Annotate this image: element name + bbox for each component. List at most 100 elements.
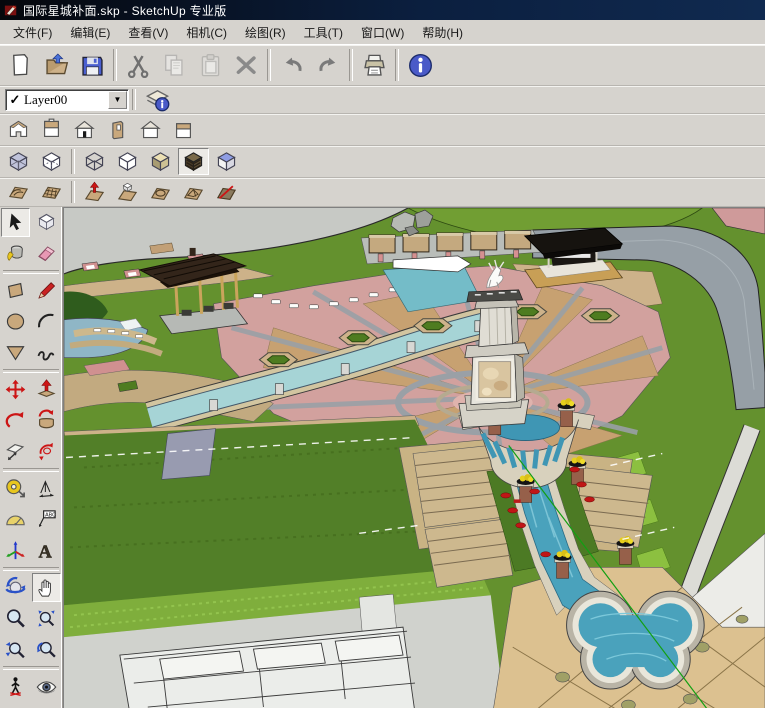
toolbar-separator: [71, 181, 75, 203]
zoom-previous-button[interactable]: [32, 635, 61, 664]
shaded-button[interactable]: [145, 148, 176, 175]
paint-bucket-button[interactable]: [1, 239, 30, 268]
text-icon: ABC: [35, 508, 58, 531]
stamp-button[interactable]: [112, 179, 143, 206]
scale-button[interactable]: [1, 437, 30, 466]
svg-text:A: A: [38, 541, 52, 561]
dimension-button[interactable]: [32, 474, 61, 503]
layer-dropdown-arrow-icon[interactable]: ▼: [108, 91, 127, 109]
palette-separator: [3, 270, 59, 274]
menu-item-camera[interactable]: 相机(C): [177, 21, 236, 44]
eraser-button[interactable]: [32, 239, 61, 268]
rotate-button[interactable]: [1, 406, 30, 435]
flip-edge-button[interactable]: [211, 179, 242, 206]
rectangle-button[interactable]: [1, 276, 30, 305]
save-button[interactable]: [75, 49, 109, 81]
layer-visible-check-icon: ✓: [6, 92, 24, 108]
layer-combobox[interactable]: ✓ Layer00 ▼: [5, 89, 129, 111]
wireframe-button[interactable]: [79, 148, 110, 175]
circle-button[interactable]: [1, 307, 30, 336]
zoom-extents-button[interactable]: [1, 635, 30, 664]
redo-button[interactable]: [311, 49, 345, 81]
pan-button[interactable]: [32, 573, 61, 602]
smoove-button[interactable]: [79, 179, 110, 206]
print-button[interactable]: [357, 49, 391, 81]
drape-button[interactable]: [145, 179, 176, 206]
tape-measure-button[interactable]: [1, 474, 30, 503]
delete-button[interactable]: [229, 49, 263, 81]
text-button[interactable]: ABC: [32, 505, 61, 534]
viewport-3d[interactable]: [63, 207, 765, 708]
polygon-button[interactable]: [1, 338, 30, 367]
entity-info-button[interactable]: [403, 49, 437, 81]
title-bar[interactable]: 国际星城补面.skp - SketchUp 专业版: [0, 0, 765, 20]
eraser-icon: [35, 242, 58, 265]
add-detail-button[interactable]: [178, 179, 209, 206]
zoom-window-icon: [35, 607, 58, 630]
make-component-button[interactable]: [32, 208, 61, 237]
view-iso-icon: [7, 118, 30, 141]
push-pull-icon: [35, 378, 58, 401]
section-plane-button[interactable]: c: [32, 703, 61, 708]
paste-button[interactable]: [193, 49, 227, 81]
zoom-previous-icon: [35, 638, 58, 661]
menu-item-view[interactable]: 查看(V): [119, 21, 177, 44]
monochrome-button[interactable]: [211, 148, 242, 175]
toolbar-separator: [267, 49, 271, 80]
move-button[interactable]: [1, 375, 30, 404]
cut-button[interactable]: [121, 49, 155, 81]
menu-item-window[interactable]: 窗口(W): [352, 21, 413, 44]
view-front-button[interactable]: [69, 116, 100, 143]
walk-button[interactable]: [1, 703, 30, 708]
copy-button[interactable]: [157, 49, 191, 81]
layer-manager-button[interactable]: [140, 84, 174, 116]
view-right-button[interactable]: [102, 116, 133, 143]
select-button[interactable]: [1, 208, 30, 237]
dimension-icon: [35, 477, 58, 500]
undo-button[interactable]: [275, 49, 309, 81]
push-pull-button[interactable]: [32, 375, 61, 404]
view-left-button[interactable]: [135, 116, 166, 143]
active-layer-value: Layer00: [24, 92, 108, 108]
look-around-button[interactable]: [32, 672, 61, 701]
undo-icon: [279, 52, 306, 79]
follow-me-button[interactable]: [32, 406, 61, 435]
axes-button[interactable]: [1, 536, 30, 565]
freehand-button[interactable]: [32, 338, 61, 367]
from-scratch-button[interactable]: [36, 179, 67, 206]
new-file-button[interactable]: [3, 49, 37, 81]
menu-item-tools[interactable]: 工具(T): [295, 21, 352, 44]
pan-icon: [35, 576, 58, 599]
menu-item-edit[interactable]: 编辑(E): [61, 21, 119, 44]
paste-icon: [197, 52, 224, 79]
zoom-window-button[interactable]: [32, 604, 61, 633]
protractor-button[interactable]: [1, 505, 30, 534]
menu-item-file[interactable]: 文件(F): [4, 21, 61, 44]
shaded-icon: [149, 150, 172, 173]
rotate-icon: [4, 409, 27, 432]
line-button[interactable]: [32, 276, 61, 305]
svg-text:ABC: ABC: [45, 513, 56, 519]
zoom-button[interactable]: [1, 604, 30, 633]
menu-item-help[interactable]: 帮助(H): [413, 21, 472, 44]
arc-button[interactable]: [32, 307, 61, 336]
position-camera-button[interactable]: [1, 672, 30, 701]
3d-text-button[interactable]: A: [32, 536, 61, 565]
sketchup-app-icon: [4, 3, 18, 17]
orbit-button[interactable]: [1, 573, 30, 602]
offset-button[interactable]: [32, 437, 61, 466]
menu-item-draw[interactable]: 绘图(R): [236, 21, 295, 44]
view-top-button[interactable]: [36, 116, 67, 143]
back-edges-icon: [40, 150, 63, 173]
xray-button[interactable]: [3, 148, 34, 175]
line-icon: [35, 279, 58, 302]
view-back-button[interactable]: [168, 116, 199, 143]
open-file-button[interactable]: [39, 49, 73, 81]
back-edges-button[interactable]: [36, 148, 67, 175]
from-contours-button[interactable]: [3, 179, 34, 206]
shaded-textures-button[interactable]: [178, 148, 209, 175]
toolbar-face-style: [0, 146, 765, 178]
view-iso-button[interactable]: [3, 116, 34, 143]
hidden-line-button[interactable]: [112, 148, 143, 175]
smoove-icon: [83, 181, 106, 204]
